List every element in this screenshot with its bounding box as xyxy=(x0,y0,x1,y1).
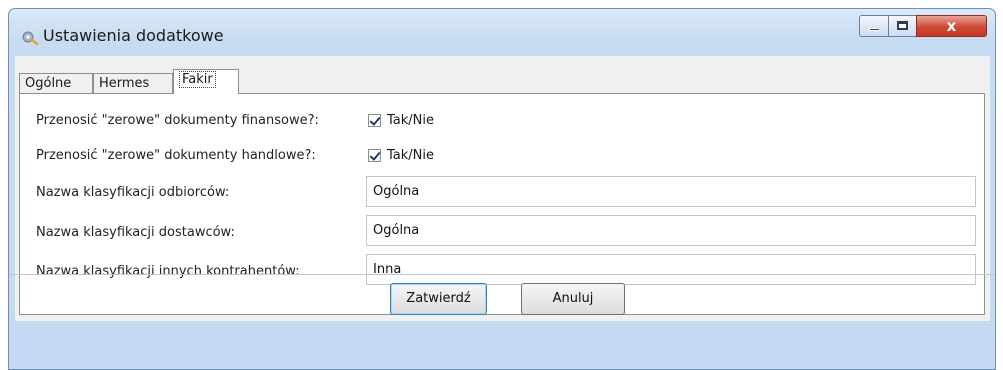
finansowe-checkbox-label[interactable]: Tak/Nie xyxy=(387,113,434,128)
handlowe-checkbox[interactable] xyxy=(368,149,381,162)
tab-fakir[interactable]: Fakir xyxy=(173,69,239,94)
close-button[interactable]: x xyxy=(916,15,987,37)
tab-fakir-label: Fakir xyxy=(179,71,216,88)
dostawcy-label: Nazwa klasyfikacji dostawców: xyxy=(36,225,235,240)
inni-input[interactable]: Inna xyxy=(366,254,976,285)
inni-label: Nazwa klasyfikacji innych kontrahentów: xyxy=(36,264,300,279)
handlowe-checkbox-label[interactable]: Tak/Nie xyxy=(387,148,434,163)
tab-ogolne[interactable]: Ogólne xyxy=(19,73,93,93)
settings-app-icon xyxy=(22,31,39,45)
finansowe-label: Przenosić "zerowe" dokumenty finansowe?: xyxy=(36,113,319,128)
confirm-button[interactable]: Zatwierdź xyxy=(390,283,487,315)
cancel-button[interactable]: Anuluj xyxy=(521,283,625,315)
close-icon: x xyxy=(946,17,957,35)
finansowe-checkbox[interactable] xyxy=(368,114,381,127)
dostawcy-input[interactable]: Ogólna xyxy=(366,215,976,246)
minimize-button[interactable] xyxy=(859,15,889,37)
maximize-button[interactable] xyxy=(888,15,917,37)
footer-divider xyxy=(9,274,995,275)
handlowe-label: Przenosić "zerowe" dokumenty handlowe?: xyxy=(36,148,316,163)
settings-window: Ustawienia dodatkowe x Ogólne Hermes Fak… xyxy=(8,8,996,370)
title-bar[interactable]: Ustawienia dodatkowe x xyxy=(9,9,995,57)
dialog-content: Ogólne Hermes Fakir Przenosić "zerowe" d… xyxy=(15,56,990,321)
tab-hermes[interactable]: Hermes xyxy=(93,73,173,93)
tab-panel-fakir: Przenosić "zerowe" dokumenty finansowe?:… xyxy=(19,93,985,315)
odbiorcy-input[interactable]: Ogólna xyxy=(366,176,976,207)
window-title: Ustawienia dodatkowe xyxy=(43,26,224,45)
odbiorcy-label: Nazwa klasyfikacji odbiorców: xyxy=(36,185,230,200)
